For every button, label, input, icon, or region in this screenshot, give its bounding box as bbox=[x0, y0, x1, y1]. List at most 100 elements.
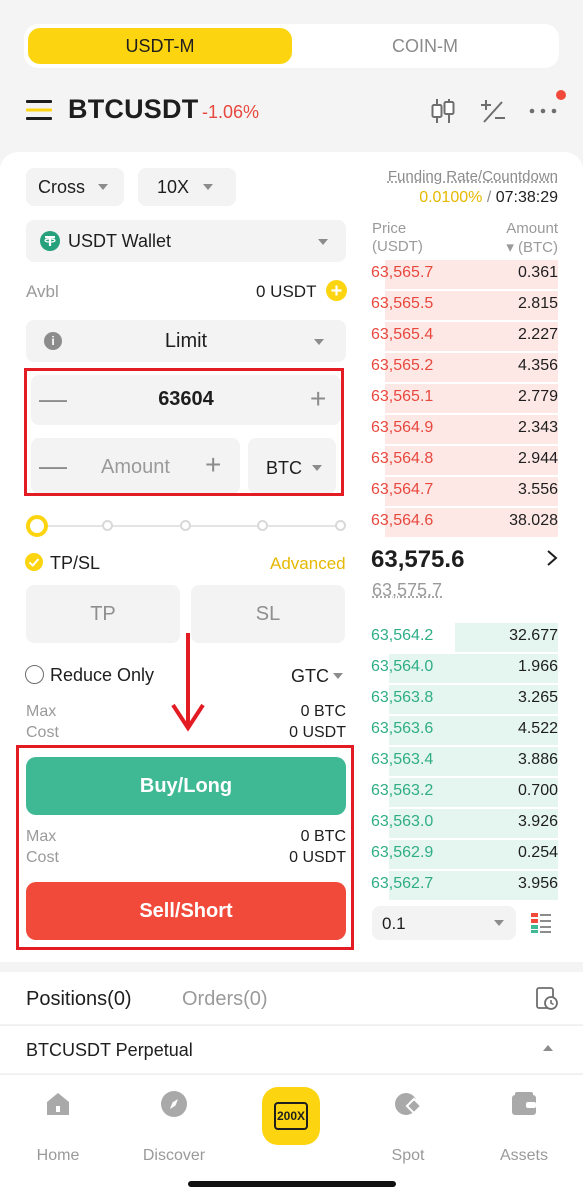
ask-row[interactable]: 63,564.6 38.028 bbox=[370, 507, 558, 538]
perpetual-filter[interactable]: BTCUSDT Perpetual bbox=[0, 1025, 583, 1073]
bid-row[interactable]: 63,564.2 32.677 bbox=[370, 622, 558, 653]
funding-separator: / bbox=[486, 189, 492, 206]
bid-row[interactable]: 63,562.9 0.254 bbox=[370, 839, 558, 870]
market-type-toggle: USDT-M COIN-M bbox=[24, 24, 559, 68]
row-price: 63,565.7 bbox=[371, 264, 434, 281]
nav-spot-label: Spot bbox=[391, 1147, 425, 1164]
nav-discover[interactable]: Discover bbox=[124, 1089, 224, 1164]
ask-row[interactable]: 63,565.1 2.779 bbox=[370, 383, 558, 414]
bid-row[interactable]: 63,564.0 1.966 bbox=[370, 653, 558, 684]
row-amount: 4.356 bbox=[517, 357, 558, 374]
leverage-200x-button[interactable]: 200X bbox=[262, 1087, 320, 1145]
last-price: 63,575.6 bbox=[371, 546, 465, 573]
tif-select[interactable]: GTC bbox=[291, 666, 329, 687]
amount-unit[interactable]: ▾ (BTC) bbox=[440, 238, 558, 256]
wallet-select[interactable]: USDT Wallet bbox=[26, 220, 346, 262]
bid-row[interactable]: 63,563.6 4.522 bbox=[370, 715, 558, 746]
tether-icon bbox=[40, 231, 60, 251]
tp-button[interactable]: TP bbox=[26, 585, 180, 643]
slider-mark-25[interactable] bbox=[102, 520, 113, 531]
row-price: 63,563.8 bbox=[371, 689, 434, 706]
bid-row[interactable]: 63,563.8 3.265 bbox=[370, 684, 558, 715]
ask-row[interactable]: 63,565.2 4.356 bbox=[370, 352, 558, 383]
cost-label: Cost bbox=[26, 724, 59, 741]
menu-icon[interactable] bbox=[26, 98, 54, 122]
buy-cost-value: 0 USDT bbox=[289, 724, 346, 741]
row-price: 63,564.7 bbox=[371, 481, 434, 498]
margin-mode-select[interactable]: Cross bbox=[26, 168, 124, 206]
slider-mark-100[interactable] bbox=[335, 520, 346, 531]
avbl-value: 0 USDT bbox=[256, 282, 317, 301]
spot-icon bbox=[395, 1093, 423, 1115]
symbol-title[interactable]: BTCUSDT bbox=[68, 94, 198, 125]
ask-row[interactable]: 63,564.8 2.944 bbox=[370, 445, 558, 476]
row-price: 63,565.1 bbox=[371, 388, 434, 405]
ask-row[interactable]: 63,565.5 2.815 bbox=[370, 290, 558, 321]
row-price: 63,562.7 bbox=[371, 875, 434, 892]
ask-row[interactable]: 63,565.4 2.227 bbox=[370, 321, 558, 352]
candlestick-icon[interactable] bbox=[428, 96, 458, 126]
bid-row[interactable]: 63,563.4 3.886 bbox=[370, 746, 558, 777]
bid-row[interactable]: 63,563.2 0.700 bbox=[370, 777, 558, 808]
row-amount: 38.028 bbox=[509, 512, 558, 529]
nav-discover-label: Discover bbox=[142, 1147, 206, 1164]
reduce-only-radio[interactable] bbox=[25, 665, 44, 684]
tpsl-label: TP/SL bbox=[50, 553, 101, 573]
precision-select[interactable]: 0.1 bbox=[372, 906, 516, 940]
tab-coin-m[interactable]: COIN-M bbox=[294, 28, 556, 64]
slider-mark-50[interactable] bbox=[180, 520, 191, 531]
order-type-select[interactable]: i Limit bbox=[26, 320, 346, 362]
notification-dot bbox=[556, 90, 566, 100]
bid-row[interactable]: 63,563.0 3.926 bbox=[370, 808, 558, 839]
advanced-link[interactable]: Advanced bbox=[270, 554, 346, 574]
row-price: 63,564.2 bbox=[371, 627, 434, 644]
wallet-icon bbox=[512, 1092, 536, 1115]
tab-orders[interactable]: Orders(0) bbox=[182, 988, 268, 1011]
row-amount: 4.522 bbox=[517, 720, 558, 737]
row-amount: 32.677 bbox=[509, 627, 558, 644]
chevron-down-icon bbox=[314, 339, 324, 345]
row-amount: 1.966 bbox=[517, 658, 558, 675]
countdown: 07:38:29 bbox=[495, 189, 558, 206]
sl-button[interactable]: SL bbox=[191, 585, 345, 643]
orderbook-layout-icon[interactable] bbox=[530, 912, 552, 934]
center-badge: 200X bbox=[274, 1102, 308, 1130]
nav-home[interactable]: Home bbox=[8, 1089, 108, 1164]
tab-usdt-m[interactable]: USDT-M bbox=[28, 28, 292, 64]
funding-rate: 0.0100% bbox=[419, 189, 483, 206]
row-price: 63,564.8 bbox=[371, 450, 434, 467]
row-amount: 2.815 bbox=[517, 295, 558, 312]
funding-label[interactable]: Funding Rate/Countdown bbox=[372, 168, 558, 185]
nav-assets[interactable]: Assets bbox=[474, 1089, 574, 1164]
amount-slider-handle[interactable] bbox=[26, 515, 48, 537]
nav-spot[interactable]: Spot bbox=[358, 1089, 458, 1164]
row-price: 63,564.6 bbox=[371, 512, 434, 529]
add-funds-icon[interactable] bbox=[326, 280, 347, 301]
highlight-box-inputs bbox=[24, 368, 344, 496]
row-amount: 3.886 bbox=[517, 751, 558, 768]
history-icon[interactable] bbox=[534, 986, 560, 1012]
more-icon[interactable] bbox=[528, 96, 558, 126]
tp-label: TP bbox=[90, 602, 116, 625]
row-amount: 3.926 bbox=[517, 813, 558, 830]
mark-price[interactable]: 63,575.7 bbox=[372, 580, 442, 601]
row-price: 63,565.5 bbox=[371, 295, 434, 312]
chevron-down-icon bbox=[333, 673, 343, 679]
row-price: 63,563.6 bbox=[371, 720, 434, 737]
tab-positions[interactable]: Positions(0) bbox=[26, 988, 132, 1011]
chevron-down-icon bbox=[318, 239, 328, 245]
chevron-down-icon bbox=[98, 184, 108, 190]
ask-row[interactable]: 63,564.7 3.556 bbox=[370, 476, 558, 507]
ask-row[interactable]: 63,565.7 0.361 bbox=[370, 259, 558, 290]
check-icon[interactable] bbox=[25, 553, 43, 571]
leverage-select[interactable]: 10X bbox=[138, 168, 236, 206]
bid-row[interactable]: 63,562.7 3.956 bbox=[370, 870, 558, 901]
chevron-right-icon[interactable] bbox=[545, 548, 559, 568]
price-unit: (USDT) bbox=[372, 238, 423, 255]
margin-mode-value: Cross bbox=[38, 177, 86, 197]
ask-row[interactable]: 63,564.9 2.343 bbox=[370, 414, 558, 445]
slider-mark-75[interactable] bbox=[257, 520, 268, 531]
calculator-icon[interactable] bbox=[478, 96, 508, 126]
chevron-down-icon bbox=[203, 184, 213, 190]
price-header: Price bbox=[372, 220, 407, 237]
